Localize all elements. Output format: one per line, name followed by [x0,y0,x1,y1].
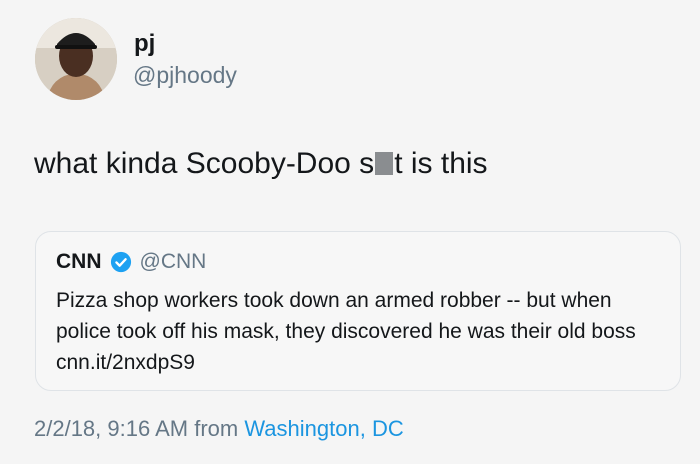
tweet-meta: 2/2/18, 9:16 AM from Washington, DC [34,416,404,442]
tweet-text: what kinda Scooby-Doo s t is this [34,147,488,181]
censor-block [375,152,394,175]
quoted-author-name: CNN [56,250,102,273]
quoted-tweet-text: Pizza shop workers took down an armed ro… [56,289,636,374]
profile-photo-icon [35,18,117,100]
tweet-timestamp[interactable]: 2/2/18, 9:16 AM from [34,416,238,441]
tweet-text-part-2: t is this [394,147,488,180]
avatar[interactable] [35,18,117,100]
quoted-tweet-header: CNN @CNN [56,250,206,274]
author-handle[interactable]: @pjhoody [133,62,237,89]
tweet-text-part-1: what kinda Scooby-Doo s [34,147,375,180]
tweet-location-link[interactable]: Washington, DC [244,416,403,441]
quoted-author-handle: @CNN [139,250,207,273]
verified-badge-icon [110,251,131,273]
quoted-tweet[interactable]: CNN @CNN Pizza shop workers took down an… [35,231,681,391]
author-name[interactable]: pj [134,30,155,58]
